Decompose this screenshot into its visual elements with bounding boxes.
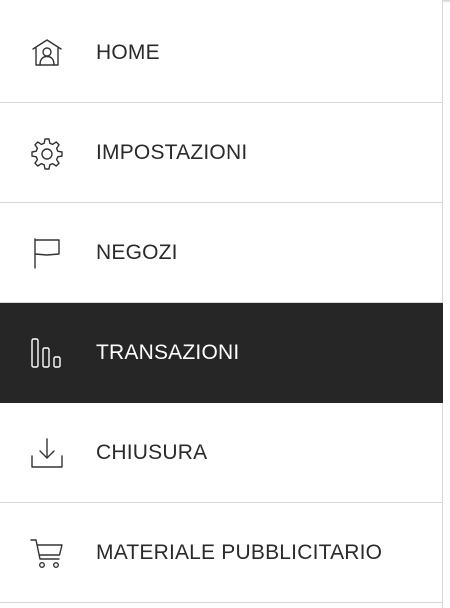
bar-chart-icon [29,335,65,371]
menu-item-home[interactable]: HOME [0,3,443,103]
menu-item-impostazioni[interactable]: IMPOSTAZIONI [0,103,443,203]
menu-item-label: TRANSAZIONI [96,340,240,364]
cart-icon [29,535,65,571]
menu-list: HOME IMPOSTAZIONI NEGOZI TRANSAZIONI CHI… [0,3,443,603]
flag-icon [29,235,65,271]
menu-item-materiale-pubblicitario[interactable]: MATERIALE PUBBLICITARIO [0,503,443,603]
home-icon [29,35,65,71]
download-icon [29,435,65,471]
menu-item-label: CHIUSURA [96,440,208,464]
menu-item-chiusura[interactable]: CHIUSURA [0,403,443,503]
menu-item-negozi[interactable]: NEGOZI [0,203,443,303]
menu-item-label: IMPOSTAZIONI [96,140,248,164]
gear-icon [29,135,65,171]
menu-item-transazioni[interactable]: TRANSAZIONI [0,303,443,403]
menu-item-label: HOME [96,40,160,64]
menu-item-label: NEGOZI [96,240,178,264]
menu-item-label: MATERIALE PUBBLICITARIO [96,540,383,564]
side-menu: HOME IMPOSTAZIONI NEGOZI TRANSAZIONI CHI… [0,0,443,608]
